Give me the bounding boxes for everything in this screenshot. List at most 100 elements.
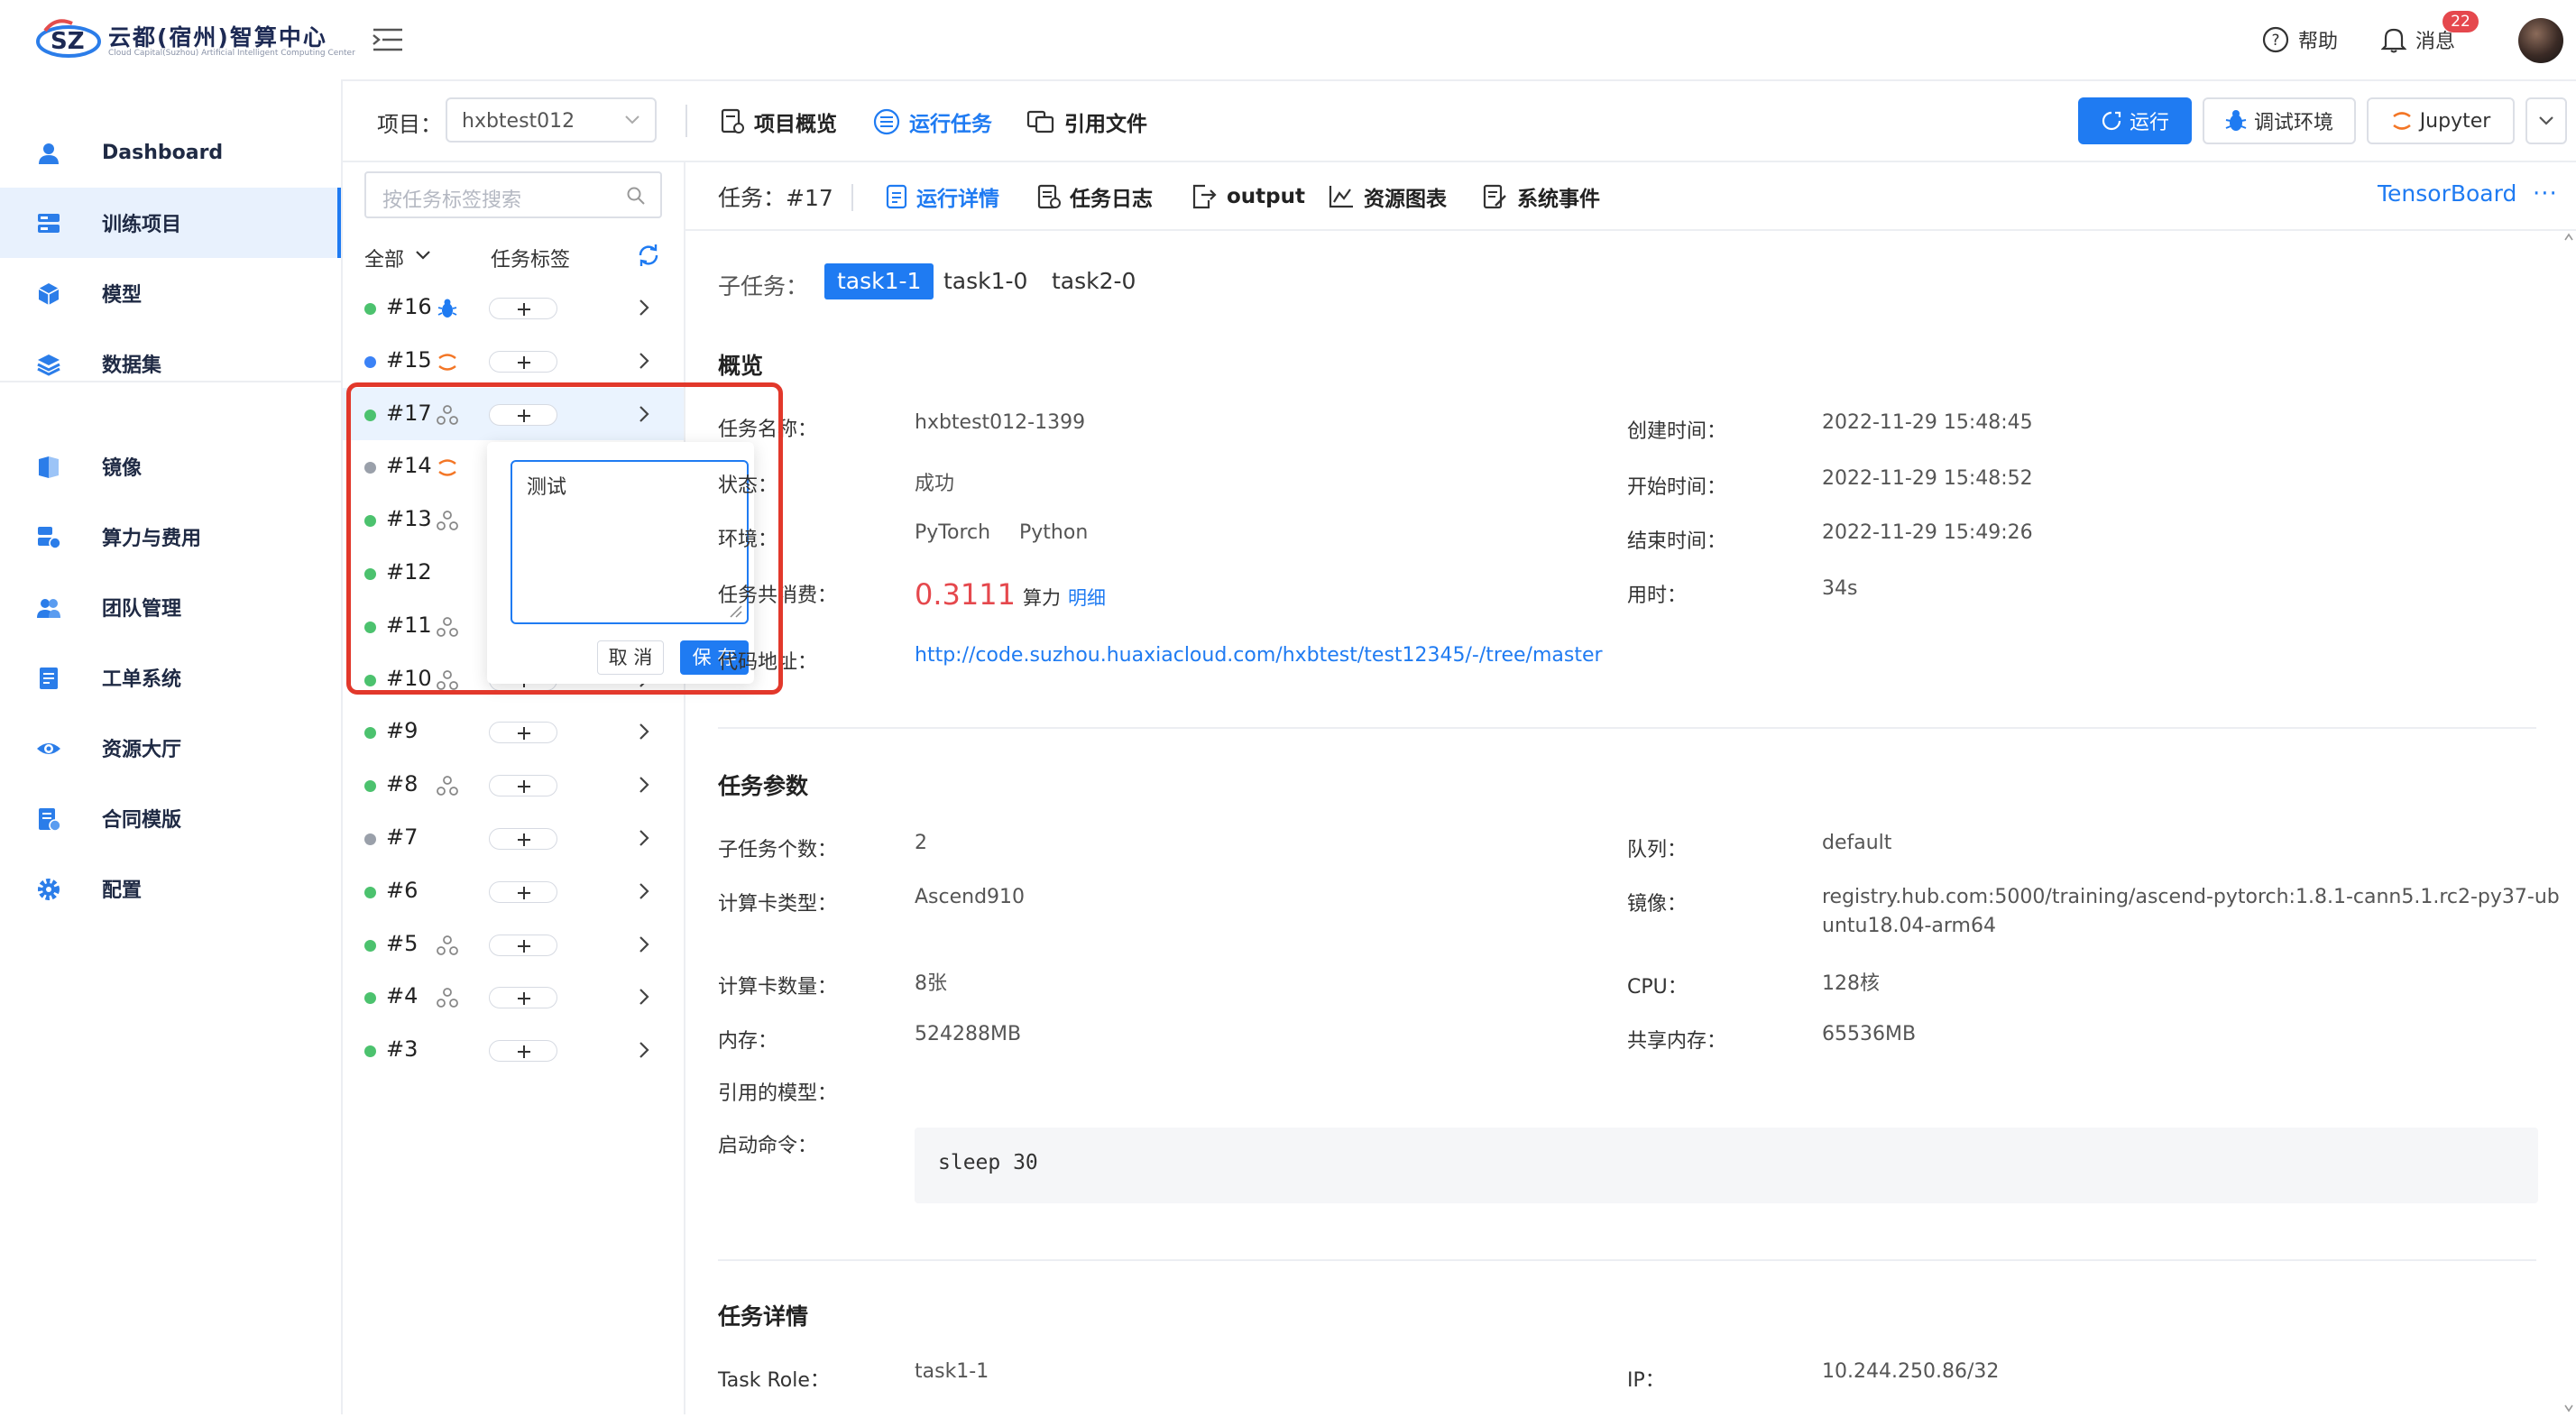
sidebar-item-contracts[interactable]: 合同模版 xyxy=(0,783,341,853)
avatar[interactable] xyxy=(2518,18,2563,63)
task-row[interactable]: #7 xyxy=(343,812,684,864)
command-label: 启动命令： xyxy=(718,1135,818,1157)
chevron-right-icon[interactable] xyxy=(637,775,651,798)
tab-running-tasks[interactable]: 运行任务 xyxy=(873,99,992,144)
task-row[interactable]: #3 xyxy=(343,1024,684,1076)
cost-detail-link[interactable]: 明细 xyxy=(1068,584,1106,611)
sidebar-item-images[interactable]: 镜像 xyxy=(0,431,341,502)
add-tag-button[interactable] xyxy=(489,987,557,1009)
brand-logo[interactable]: SZ 云都(宿州)智算中心 Cloud Capital(Suzhou) Arti… xyxy=(36,14,355,65)
add-tag-button[interactable] xyxy=(489,1040,557,1063)
sidebar-item-label: 资源大厅 xyxy=(102,739,182,761)
chevron-right-icon[interactable] xyxy=(637,881,651,905)
sidebar-item-label: 数据集 xyxy=(102,354,162,377)
subtask-tab-1[interactable]: task1-1 xyxy=(824,263,934,299)
sidebar-item-resources[interactable]: 资源大厅 xyxy=(0,713,341,783)
status-filter[interactable]: 全部 xyxy=(364,244,404,272)
help-link[interactable]: ? 帮助 xyxy=(2262,22,2338,58)
task-id[interactable]: #7 xyxy=(386,824,418,850)
server-icon xyxy=(38,214,60,233)
task-row[interactable]: #16 xyxy=(343,281,684,334)
card-count-label: 计算卡数量： xyxy=(718,976,838,999)
task-row[interactable]: #5 xyxy=(343,918,684,971)
task-row[interactable]: #9 xyxy=(343,705,684,758)
more-options-icon[interactable]: ··· xyxy=(2533,180,2558,207)
chevron-right-icon[interactable] xyxy=(637,351,651,374)
status-dot xyxy=(364,939,376,952)
shm-value: 65536MB xyxy=(1822,1023,1917,1045)
tab-referenced-files[interactable]: 引用文件 xyxy=(1026,99,1147,144)
status-dot xyxy=(364,992,376,1005)
sidebar-item-config[interactable]: 配置 xyxy=(0,853,341,924)
task-id[interactable]: #15 xyxy=(386,347,432,373)
chevron-right-icon[interactable] xyxy=(637,935,651,958)
repo-link[interactable]: http://code.suzhou.huaxiacloud.com/hxbte… xyxy=(915,644,1603,667)
sidebar-item-tickets[interactable]: 工单系统 xyxy=(0,642,341,713)
tab-resource-charts[interactable]: 资源图表 xyxy=(1328,179,1447,215)
task-row[interactable]: #8 xyxy=(343,759,684,811)
ip-value: 10.244.250.86/32 xyxy=(1822,1360,2000,1383)
params-title: 任务参数 xyxy=(718,773,809,799)
jupyter-button[interactable]: Jupyter xyxy=(2367,97,2515,144)
chevron-right-icon[interactable] xyxy=(637,987,651,1010)
duration-label: 用时： xyxy=(1627,585,1688,607)
chevron-down-icon[interactable] xyxy=(415,249,431,262)
chevron-right-icon[interactable] xyxy=(637,828,651,852)
task-row[interactable]: #15 xyxy=(343,335,684,387)
refresh-icon[interactable] xyxy=(637,244,660,267)
chevron-right-icon[interactable] xyxy=(637,722,651,745)
add-tag-button[interactable] xyxy=(489,350,557,373)
task-id[interactable]: #6 xyxy=(386,878,418,903)
plus-icon xyxy=(518,833,530,846)
task-row[interactable]: #6 xyxy=(343,865,684,917)
subtask-tab-2[interactable]: task1-0 xyxy=(931,263,1040,299)
sidebar-item-label: 模型 xyxy=(102,284,143,307)
add-tag-button[interactable] xyxy=(489,722,557,744)
task-id[interactable]: #16 xyxy=(386,294,432,319)
sidebar-item-training[interactable]: 训练项目 xyxy=(0,188,341,258)
task-id[interactable]: #8 xyxy=(386,771,418,796)
task-id[interactable]: #5 xyxy=(386,931,418,956)
sidebar-item-label: 算力与费用 xyxy=(102,528,202,550)
tab-task-log[interactable]: 任务日志 xyxy=(1037,179,1153,215)
tab-project-overview[interactable]: 项目概览 xyxy=(720,99,837,144)
tab-run-details[interactable]: 运行详情 xyxy=(886,179,999,215)
add-tag-button[interactable] xyxy=(489,934,557,956)
add-tag-button[interactable] xyxy=(489,880,557,903)
add-tag-button[interactable] xyxy=(489,298,557,319)
tensorboard-link[interactable]: TensorBoard xyxy=(2378,180,2516,207)
add-tag-button[interactable] xyxy=(489,775,557,797)
chevron-right-icon[interactable] xyxy=(637,298,651,321)
started-value: 2022-11-29 15:48:52 xyxy=(1822,467,2033,490)
subtask-label: 子任务： xyxy=(718,273,809,299)
debug-env-button[interactable]: 调试环境 xyxy=(2203,97,2356,144)
task-id[interactable]: #3 xyxy=(386,1036,418,1062)
tab-system-events[interactable]: 系统事件 xyxy=(1483,179,1600,215)
more-actions-button[interactable] xyxy=(2525,97,2567,144)
sidebar-item-compute[interactable]: 算力与费用 xyxy=(0,502,341,572)
sidebar-item-team[interactable]: 团队管理 xyxy=(0,572,341,642)
task-id[interactable]: #4 xyxy=(386,983,418,1008)
sidebar-item-models[interactable]: 模型 xyxy=(0,258,341,328)
run-button[interactable]: 运行 xyxy=(2078,97,2192,144)
task-tag-search-input[interactable]: 按任务标签搜索 xyxy=(364,171,662,218)
task-id[interactable]: #9 xyxy=(386,718,418,743)
subtask-tab-3[interactable]: task2-0 xyxy=(1039,263,1148,299)
cost-value-group: 0.3111 算力 明细 xyxy=(915,577,1106,612)
task-list-header: 全部 任务标签 xyxy=(364,238,662,274)
add-tag-button[interactable] xyxy=(489,828,557,850)
jupyter-icon xyxy=(438,354,456,371)
sidebar-item-dashboard[interactable]: Dashboard xyxy=(0,117,341,188)
help-label: 帮助 xyxy=(2298,31,2339,53)
sidebar-item-datasets[interactable]: 数据集 xyxy=(0,328,341,399)
tab-output[interactable]: output xyxy=(1191,179,1305,215)
project-select[interactable]: hxbtest012 xyxy=(446,97,657,143)
plus-icon xyxy=(518,303,530,316)
svg-text:SZ: SZ xyxy=(51,28,85,55)
scrollbar[interactable] xyxy=(2562,231,2576,1414)
chevron-right-icon[interactable] xyxy=(637,1040,651,1064)
task-row[interactable]: #4 xyxy=(343,971,684,1023)
bell-icon xyxy=(2381,28,2406,53)
collapse-menu-icon[interactable] xyxy=(372,25,404,54)
brand-subtitle: Cloud Capital(Suzhou) Artificial Intelli… xyxy=(108,49,355,58)
